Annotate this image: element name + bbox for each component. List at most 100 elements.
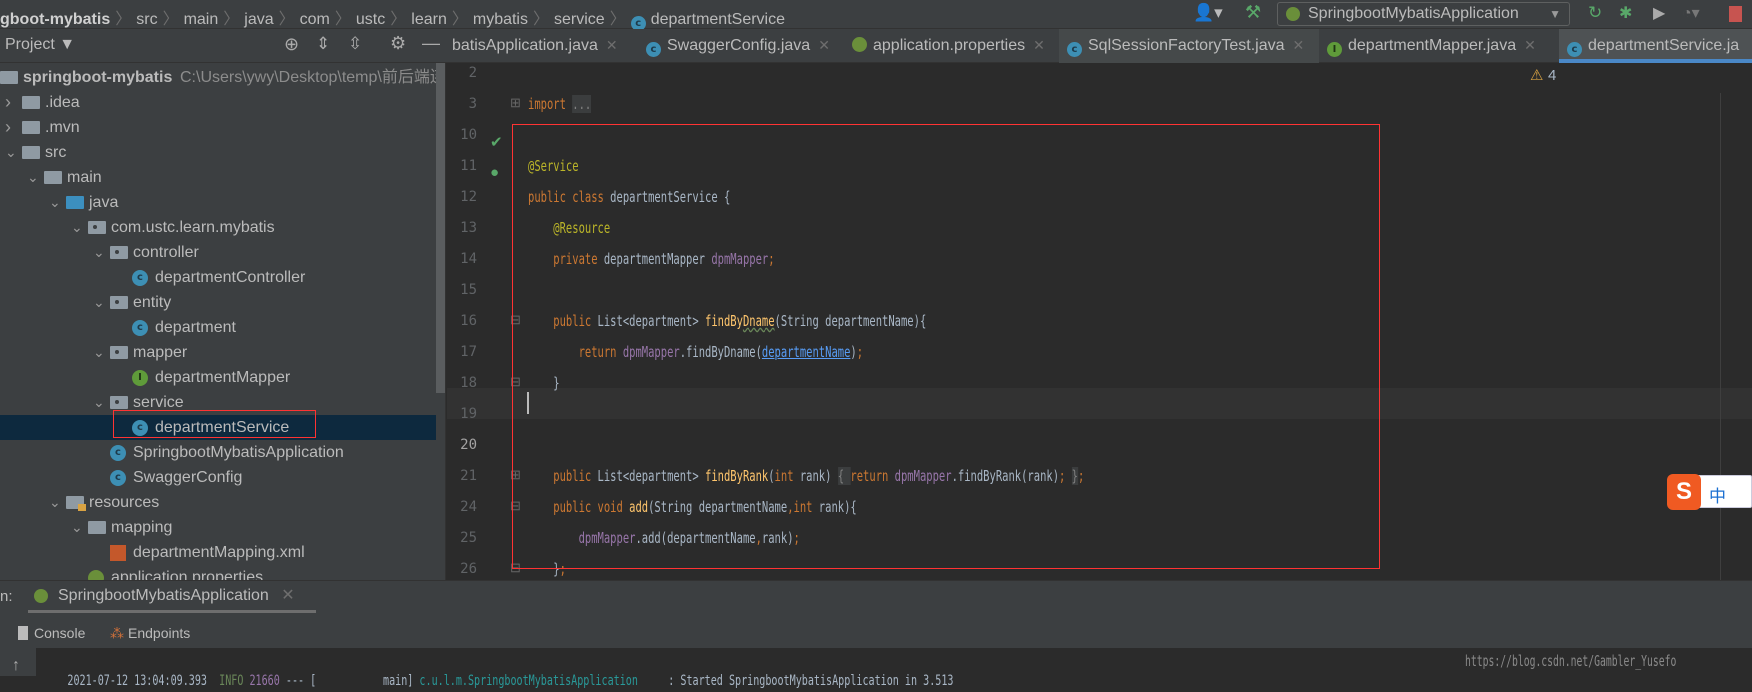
tree-item[interactable]: ⌄ src xyxy=(0,140,445,165)
breadcrumb-item[interactable]: com xyxy=(300,11,330,28)
chevron-right-icon[interactable]: › xyxy=(5,90,11,115)
tree-item[interactable]: ⌄ entity xyxy=(0,290,445,315)
scroll-up-icon[interactable]: ↑ xyxy=(12,657,20,675)
stop-icon[interactable] xyxy=(1729,6,1742,22)
tree-item[interactable]: springboot-mybatis C:\Users\ywy\Desktop\t… xyxy=(0,65,445,90)
breadcrumb-item[interactable]: mybatis xyxy=(473,11,528,28)
locate-target-icon[interactable]: ⊕ xyxy=(284,34,299,55)
folder-icon xyxy=(44,171,62,184)
chevron-down-icon[interactable]: ⌄ xyxy=(93,340,105,365)
run-tab[interactable]: SpringbootMybatisApplication ✕ xyxy=(28,581,316,613)
package-icon xyxy=(110,396,128,409)
fold-marker-icon[interactable]: ⊞ xyxy=(510,95,521,111)
close-tab-icon[interactable]: ✕ xyxy=(818,37,830,53)
tree-item[interactable]: IdepartmentMapper xyxy=(0,365,445,390)
folder-icon xyxy=(22,121,40,134)
close-tab-icon[interactable]: ✕ xyxy=(1524,37,1536,53)
tree-item[interactable]: ⌄ mapper xyxy=(0,340,445,365)
tree-item[interactable]: ⌄ java xyxy=(0,190,445,215)
project-view-dropdown[interactable]: Project ▼ xyxy=(5,36,75,54)
breadcrumb-separator-icon: 〉 xyxy=(115,11,132,28)
tree-item-label: departmentMapping.xml xyxy=(133,544,305,561)
endpoints-tab[interactable]: ⁂ Endpoints xyxy=(110,623,190,643)
tree-item[interactable]: ⌄ mapping xyxy=(0,515,445,540)
user-icon[interactable]: 👤▾ xyxy=(1193,3,1223,23)
debug-icon[interactable]: ✱ xyxy=(1619,3,1632,23)
breadcrumb-item[interactable]: main xyxy=(184,11,219,28)
tree-item[interactable]: c SpringbootMybatisApplication xyxy=(0,440,445,465)
log-line: 2021-07-12 13:04:09.393 INFO 21660 --- [… xyxy=(53,670,953,692)
class-icon: c xyxy=(132,320,148,336)
chevron-down-icon[interactable]: ⌄ xyxy=(49,490,61,515)
hide-panel-icon[interactable]: — xyxy=(422,33,440,54)
chevron-down-icon[interactable]: ⌄ xyxy=(49,190,61,215)
tree-item-label: departmentMapper xyxy=(155,369,291,386)
chevron-down-icon[interactable]: ⌄ xyxy=(71,515,83,540)
chevron-down-icon[interactable]: ⌄ xyxy=(93,290,105,315)
spring-bean-gutter-icon[interactable]: ● xyxy=(490,164,499,181)
expand-all-icon[interactable]: ⇕ xyxy=(316,34,330,54)
tree-item[interactable]: ⌄ com.ustc.learn.mybatis xyxy=(0,215,445,240)
console-tab[interactable]: Console xyxy=(18,623,85,643)
code-line: import ... xyxy=(528,89,592,120)
chevron-down-icon[interactable]: ⌄ xyxy=(5,140,17,165)
code-token: import xyxy=(528,95,573,113)
close-icon[interactable]: ✕ xyxy=(281,587,294,604)
run-config-label: SpringbootMybatisApplication xyxy=(1308,5,1519,22)
chevron-down-icon[interactable]: ⌄ xyxy=(27,165,39,190)
chevron-down-icon[interactable]: ⌄ xyxy=(93,240,105,265)
log-level: INFO xyxy=(218,673,244,689)
editor-tab[interactable]: IdepartmentMapper.java ✕ xyxy=(1319,29,1559,63)
gear-icon[interactable]: ⚙ xyxy=(390,33,406,54)
breadcrumb-item[interactable]: learn xyxy=(411,11,447,28)
spring-bean-gutter-icon[interactable]: ✔ xyxy=(490,133,503,151)
sidebar-scrollbar[interactable] xyxy=(436,63,445,393)
editor-tab[interactable]: application.properties ✕ xyxy=(844,29,1059,63)
tree-item-label: com.ustc.learn.mybatis xyxy=(111,219,275,236)
editor-tab[interactable]: c departmentService.ja xyxy=(1559,29,1752,63)
spring-properties-icon xyxy=(852,37,867,52)
profile-icon[interactable]: ◔▾ xyxy=(1682,3,1700,23)
interface-icon: I xyxy=(132,370,148,386)
log-timestamp: 2021-07-12 13:04:09.393 xyxy=(67,673,207,689)
editor-tab[interactable]: c SwaggerConfig.java ✕ xyxy=(638,29,838,63)
breadcrumb-item[interactable]: gboot-mybatis xyxy=(0,11,110,28)
tree-item-label: mapping xyxy=(111,519,173,536)
chevron-right-icon[interactable]: › xyxy=(5,115,11,140)
tree-item[interactable]: departmentMapping.xml xyxy=(0,540,445,565)
breadcrumb-item[interactable]: java xyxy=(244,11,273,28)
line-number: 20 xyxy=(460,437,477,453)
tree-item[interactable]: ⌄ controller xyxy=(0,240,445,265)
warning-count[interactable]: 4 xyxy=(1548,67,1556,84)
tree-item[interactable]: ⌄ main xyxy=(0,165,445,190)
editor-tab[interactable]: c SqlSessionFactoryTest.java ✕ xyxy=(1059,29,1319,63)
tree-item[interactable]: c departmentController xyxy=(0,265,445,290)
rerun-icon[interactable]: ↻ xyxy=(1588,3,1602,23)
collapse-all-icon[interactable]: ⇳ xyxy=(348,34,362,54)
breadcrumb-item[interactable]: ustc xyxy=(356,11,385,28)
chevron-down-icon[interactable]: ⌄ xyxy=(71,215,83,240)
editor-tab[interactable]: batisApplication.java ✕ xyxy=(444,29,625,63)
run-config-selector[interactable]: SpringbootMybatisApplication ▼ xyxy=(1277,2,1570,26)
breadcrumb-item[interactable]: src xyxy=(136,11,157,28)
close-tab-icon[interactable]: ✕ xyxy=(606,37,618,53)
tree-item[interactable]: c department xyxy=(0,315,445,340)
tree-item[interactable]: › .idea xyxy=(0,90,445,115)
build-hammer-icon[interactable]: ⚒ xyxy=(1245,2,1261,23)
tree-item[interactable]: application.properties xyxy=(0,565,445,580)
breadcrumb-item[interactable]: service xyxy=(554,11,605,28)
chevron-down-icon[interactable]: ⌄ xyxy=(93,390,105,415)
breadcrumb-item[interactable]: departmentService xyxy=(651,11,785,28)
close-tab-icon[interactable]: ✕ xyxy=(1033,37,1045,53)
tree-item[interactable]: ⌄ resources xyxy=(0,490,445,515)
close-tab-icon[interactable]: ✕ xyxy=(1293,37,1305,53)
spring-boot-icon xyxy=(1286,7,1300,21)
ime-toolbar[interactable]: S 中 xyxy=(1667,474,1752,510)
ime-mode-label[interactable]: 中 xyxy=(1709,482,1726,507)
module-icon xyxy=(0,71,18,84)
tree-item[interactable]: › .mvn xyxy=(0,115,445,140)
coverage-icon[interactable]: ▶ xyxy=(1653,3,1665,23)
warning-icon[interactable]: ⚠ xyxy=(1530,66,1543,84)
breadcrumb-separator-icon: 〉 xyxy=(223,11,240,28)
tree-item[interactable]: c SwaggerConfig xyxy=(0,465,445,490)
